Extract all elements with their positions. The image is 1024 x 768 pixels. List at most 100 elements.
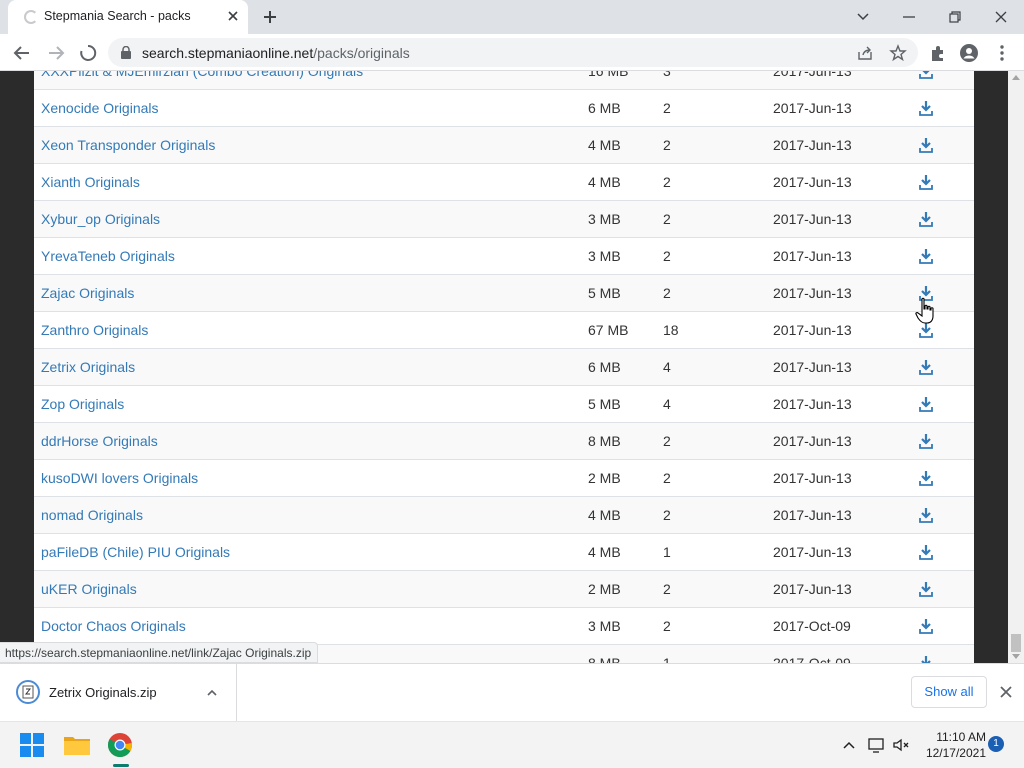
stop-loading-icon[interactable] — [77, 42, 99, 64]
address-bar[interactable]: search.stepmaniaonline.net/packs/origina… — [108, 38, 918, 67]
network-icon[interactable] — [867, 735, 887, 755]
download-icon[interactable] — [919, 248, 933, 264]
browser-toolbar: search.stepmaniaonline.net/packs/origina… — [0, 34, 1024, 71]
pack-name-link[interactable]: Xenocide Originals — [41, 100, 159, 116]
pack-name-link[interactable]: nomad Originals — [41, 507, 143, 523]
minimize-icon[interactable] — [896, 4, 922, 30]
url-text[interactable]: search.stepmaniaonline.net/packs/origina… — [142, 45, 410, 61]
pack-name-link[interactable]: uKER Originals — [41, 581, 137, 597]
tray-chevron-up-icon[interactable] — [839, 735, 859, 755]
tab-search-chevron-icon[interactable] — [850, 4, 876, 30]
download-icon[interactable] — [919, 211, 933, 227]
new-tab-icon[interactable] — [259, 6, 281, 28]
clock-date: 12/17/2021 — [925, 746, 986, 760]
notification-badge[interactable]: 1 — [988, 736, 1004, 752]
profile-avatar-icon[interactable] — [959, 43, 979, 63]
table-row: ddrHorse Originals 8 MB 2 2017-Jun-13 — [34, 423, 974, 460]
tab-close-icon[interactable] — [224, 7, 242, 25]
pack-name-link[interactable]: Zanthro Originals — [41, 322, 148, 338]
pack-size: 4 MB — [588, 507, 621, 523]
download-icon[interactable] — [919, 396, 933, 412]
show-all-button[interactable]: Show all — [911, 676, 987, 708]
pack-size: 4 MB — [588, 544, 621, 560]
download-icon[interactable] — [919, 581, 933, 597]
download-icon[interactable] — [919, 137, 933, 153]
table-row: Zajac Originals 5 MB 2 2017-Jun-13 — [34, 275, 974, 312]
download-icon[interactable] — [919, 433, 933, 449]
pack-name-link[interactable]: paFileDB (Chile) PIU Originals — [41, 544, 230, 560]
pack-name-link[interactable]: Xeon Transponder Originals — [41, 137, 215, 153]
pack-date: 2017-Jun-13 — [773, 174, 852, 190]
pack-date: 2017-Jun-13 — [773, 211, 852, 227]
download-icon[interactable] — [919, 100, 933, 116]
table-row: Zanthro Originals 67 MB 18 2017-Jun-13 — [34, 312, 974, 349]
pack-name-link[interactable]: Xybur_op Originals — [41, 211, 160, 227]
browser-tab[interactable]: Stepmania Search - packs — [8, 0, 248, 34]
chrome-icon[interactable] — [104, 729, 136, 761]
pack-date: 2017-Jun-13 — [773, 71, 852, 79]
tab-strip: Stepmania Search - packs — [0, 0, 1024, 34]
pack-size: 16 MB — [588, 71, 629, 79]
pack-date: 2017-Jun-13 — [773, 470, 852, 486]
close-shelf-icon[interactable] — [997, 683, 1015, 701]
pack-size: 4 MB — [588, 137, 621, 153]
page-scrollbar[interactable] — [1008, 71, 1024, 663]
forward-icon[interactable] — [45, 42, 67, 64]
table-row: XXXPilzit & MJEmirzian (Combo Creation) … — [34, 71, 974, 90]
pack-size: 5 MB — [588, 285, 621, 301]
windows-taskbar: 11:10 AM 12/17/2021 1 — [0, 721, 1024, 768]
pack-name-link[interactable]: YrevaTeneb Originals — [41, 248, 175, 264]
pack-song-count: 18 — [663, 322, 679, 338]
pack-date: 2017-Jun-13 — [773, 581, 852, 597]
pack-name-link[interactable]: Zajac Originals — [41, 285, 134, 301]
pack-size: 3 MB — [588, 211, 621, 227]
scroll-up-arrow-icon[interactable] — [1012, 75, 1020, 80]
lock-icon[interactable] — [120, 46, 132, 59]
packs-table: XXXPilzit & MJEmirzian (Combo Creation) … — [34, 71, 974, 663]
download-icon[interactable] — [919, 174, 933, 190]
download-item[interactable]: Zetrix Originals.zip — [0, 664, 237, 721]
pack-song-count: 1 — [663, 655, 671, 663]
download-icon[interactable] — [919, 655, 933, 663]
share-icon[interactable] — [856, 44, 874, 62]
pack-song-count: 3 — [663, 71, 671, 79]
download-shelf: Zetrix Originals.zip Show all — [0, 663, 1024, 721]
extensions-icon[interactable] — [928, 43, 948, 63]
pack-size: 2 MB — [588, 470, 621, 486]
download-icon[interactable] — [919, 470, 933, 486]
volume-muted-icon[interactable] — [891, 735, 911, 755]
pack-name-link[interactable]: kusoDWI lovers Originals — [41, 470, 198, 486]
pack-name-link[interactable]: Zop Originals — [41, 396, 124, 412]
pack-date: 2017-Jun-13 — [773, 396, 852, 412]
file-explorer-icon[interactable] — [61, 729, 93, 761]
table-row: Zetrix Originals 6 MB 4 2017-Jun-13 — [34, 349, 974, 386]
restore-icon[interactable] — [942, 4, 968, 30]
chevron-up-icon[interactable] — [205, 686, 219, 700]
pack-name-link[interactable]: ddrHorse Originals — [41, 433, 158, 449]
windows-start-icon[interactable] — [16, 729, 48, 761]
menu-icon[interactable] — [992, 43, 1012, 63]
scroll-down-arrow-icon[interactable] — [1012, 654, 1020, 659]
pack-song-count: 2 — [663, 470, 671, 486]
system-clock[interactable]: 11:10 AM 12/17/2021 — [918, 729, 986, 761]
pack-name-link[interactable]: Doctor Chaos Originals — [41, 618, 186, 634]
download-icon[interactable] — [919, 71, 933, 79]
pack-name-link[interactable]: XXXPilzit & MJEmirzian (Combo Creation) … — [41, 71, 363, 79]
pack-song-count: 2 — [663, 137, 671, 153]
download-icon[interactable] — [919, 618, 933, 634]
download-icon[interactable] — [919, 544, 933, 560]
download-icon[interactable] — [919, 359, 933, 375]
pack-name-link[interactable]: Zetrix Originals — [41, 359, 135, 375]
bookmark-star-icon[interactable] — [889, 44, 907, 62]
scrollbar-thumb[interactable] — [1011, 634, 1021, 652]
table-row: Doctor Chaos Originals 3 MB 2 2017-Oct-09 — [34, 608, 974, 645]
download-icon[interactable] — [919, 507, 933, 523]
pack-song-count: 2 — [663, 433, 671, 449]
pack-size: 8 MB — [588, 433, 621, 449]
zip-file-icon — [16, 680, 40, 704]
tab-title: Stepmania Search - packs — [44, 9, 191, 23]
close-window-icon[interactable] — [988, 4, 1014, 30]
pack-date: 2017-Oct-09 — [773, 618, 851, 634]
pack-name-link[interactable]: Xianth Originals — [41, 174, 140, 190]
back-icon[interactable] — [11, 42, 33, 64]
